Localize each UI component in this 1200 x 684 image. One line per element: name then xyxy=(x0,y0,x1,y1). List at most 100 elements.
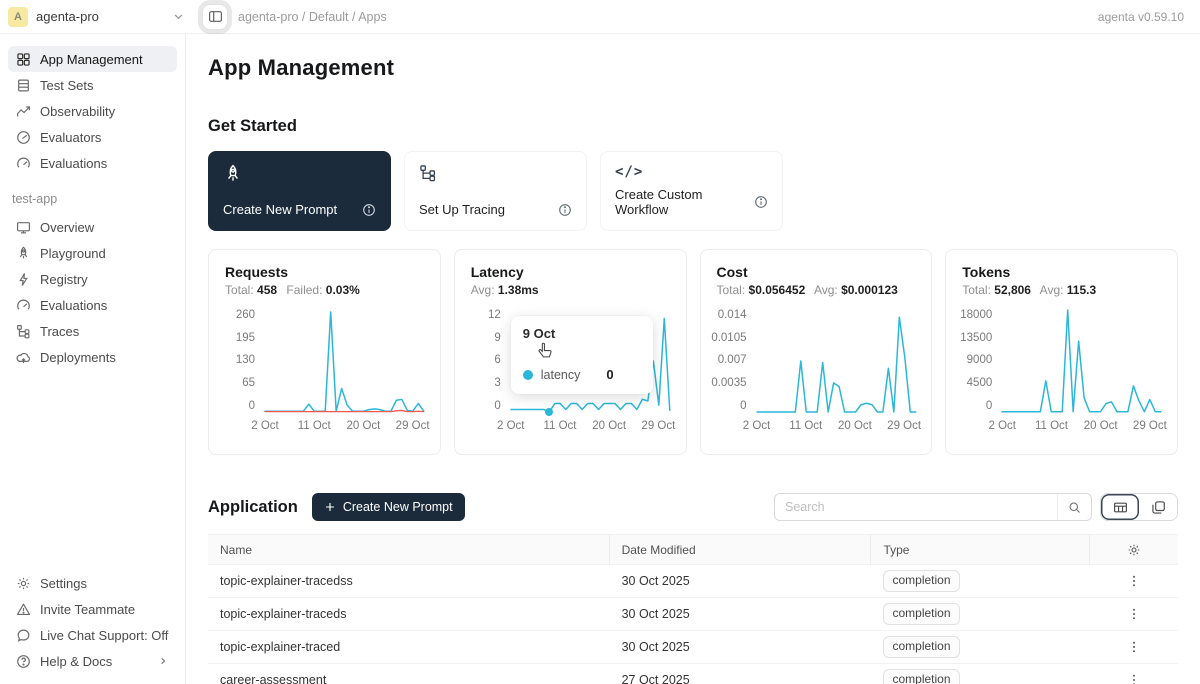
sidebar-item-invite-teammate[interactable]: Invite Teammate xyxy=(8,596,177,622)
sidebar-item-registry[interactable]: Registry xyxy=(8,266,177,292)
table-row[interactable]: career-assessment 27 Oct 2025 completion xyxy=(208,664,1178,684)
create-custom-workflow-card[interactable]: </> Create Custom Workflow xyxy=(600,151,783,231)
x-tick-label: 2 Oct xyxy=(251,420,278,432)
x-tick-label: 20 Oct xyxy=(1084,420,1118,432)
sidebar-item-overview[interactable]: Overview xyxy=(8,214,177,240)
date-modified: 27 Oct 2025 xyxy=(610,673,872,684)
sidebar-item-observability[interactable]: Observability xyxy=(8,98,177,124)
row-actions-menu[interactable] xyxy=(1123,636,1145,658)
line-chart[interactable] xyxy=(757,310,916,412)
y-tick-label: 260 xyxy=(236,310,255,322)
sidebar-item-test-sets[interactable]: Test Sets xyxy=(8,72,177,98)
sidebar-item-traces[interactable]: Traces xyxy=(8,318,177,344)
y-tick-label: 195 xyxy=(236,333,255,345)
sidebar-item-label: App Management xyxy=(40,52,143,67)
table-row[interactable]: topic-explainer-traceds 30 Oct 2025 comp… xyxy=(208,598,1178,631)
app-name: career-assessment xyxy=(208,673,610,684)
chart-stats: Avg: 1.38ms xyxy=(471,283,670,297)
row-actions-menu[interactable] xyxy=(1123,603,1145,625)
create-new-prompt-button[interactable]: Create New Prompt xyxy=(312,493,465,521)
y-tick-label: 3 xyxy=(494,378,500,390)
legend-dot-icon xyxy=(523,370,533,380)
chevron-down-icon xyxy=(171,9,186,24)
x-tick-label: 20 Oct xyxy=(838,420,872,432)
chart-title: Requests xyxy=(225,264,424,280)
sidebar-item-app-evaluations[interactable]: Evaluations xyxy=(8,292,177,318)
view-toggle xyxy=(1100,493,1178,521)
set-up-tracing-card[interactable]: Set Up Tracing xyxy=(404,151,587,231)
stat-value: 115.3 xyxy=(1067,283,1096,297)
sidebar-item-live-chat-support[interactable]: Live Chat Support: Off xyxy=(8,622,177,648)
sidebar-item-label: Observability xyxy=(40,104,115,119)
row-actions-menu[interactable] xyxy=(1123,669,1145,684)
info-icon[interactable] xyxy=(558,203,572,217)
table-row[interactable]: topic-explainer-tracedss 30 Oct 2025 com… xyxy=(208,565,1178,598)
search-input[interactable] xyxy=(775,500,1057,514)
sidebar-item-deployments[interactable]: Deployments xyxy=(8,344,177,370)
sidebar-item-label: Invite Teammate xyxy=(40,602,135,617)
y-tick-label: 6 xyxy=(494,355,500,367)
app-grid-icon xyxy=(16,52,31,67)
sidebar-item-label: Help & Docs xyxy=(40,654,112,669)
y-tick-label: 0 xyxy=(740,401,746,413)
stat-label: Total: xyxy=(717,283,746,297)
sidebar-item-help-docs[interactable]: Help & Docs xyxy=(8,648,177,674)
sidebar-item-label: Test Sets xyxy=(40,78,93,93)
panel-collapse-icon xyxy=(208,9,223,24)
chart-tooltip: 9 Oct latency 0 xyxy=(511,316,653,394)
x-tick-label: 29 Oct xyxy=(641,420,675,432)
application-section: Application Create New Prompt xyxy=(208,493,1178,684)
tooltip-date: 9 Oct xyxy=(523,326,641,341)
chart-card-tokens: Tokens Total: 52,806 Avg: 115.3 18000135… xyxy=(945,249,1178,455)
row-actions-menu[interactable] xyxy=(1123,570,1145,592)
table-row[interactable]: topic-explainer-traced 30 Oct 2025 compl… xyxy=(208,631,1178,664)
x-axis: 2 Oct11 Oct20 Oct29 Oct xyxy=(265,420,424,436)
gear-icon xyxy=(1127,543,1141,557)
line-chart[interactable] xyxy=(1002,310,1161,412)
dots-vertical-icon xyxy=(1127,574,1141,588)
column-header-type[interactable]: Type xyxy=(871,535,1089,564)
info-icon[interactable] xyxy=(362,203,376,217)
card-label: Create New Prompt xyxy=(223,202,337,217)
sidebar-item-evaluators[interactable]: Evaluators xyxy=(8,124,177,150)
card-view-button[interactable] xyxy=(1139,494,1177,520)
chart-title: Latency xyxy=(471,264,670,280)
sidebar-item-playground[interactable]: Playground xyxy=(8,240,177,266)
column-header-name[interactable]: Name xyxy=(208,535,610,564)
code-icon: </> xyxy=(615,164,768,180)
get-started-heading: Get Started xyxy=(208,117,1178,136)
breadcrumb[interactable]: agenta-pro / Default / Apps xyxy=(238,10,387,24)
x-tick-label: 29 Oct xyxy=(1133,420,1167,432)
create-new-prompt-card[interactable]: Create New Prompt xyxy=(208,151,391,231)
card-label: Create Custom Workflow xyxy=(615,187,754,217)
search-box xyxy=(774,493,1092,521)
app-name: topic-explainer-traced xyxy=(208,640,610,654)
sidebar-item-label: Playground xyxy=(40,246,106,261)
sidebar: App Management Test Sets Observability E… xyxy=(0,34,186,684)
column-header-date-modified[interactable]: Date Modified xyxy=(610,535,872,564)
sidebar-item-settings[interactable]: Settings xyxy=(8,570,177,596)
table-settings-button[interactable] xyxy=(1127,543,1141,557)
hovered-point-marker xyxy=(545,408,553,416)
metrics-charts: Requests Total: 458 Failed: 0.03% 260195… xyxy=(208,249,1178,455)
app-version: agenta v0.59.10 xyxy=(1098,10,1184,24)
sidebar-collapse-button[interactable] xyxy=(202,4,228,30)
invite-alert-icon xyxy=(16,602,31,617)
y-tick-label: 4500 xyxy=(967,378,993,390)
workspace-selector[interactable]: A agenta-pro xyxy=(8,7,186,27)
sidebar-item-evaluations[interactable]: Evaluations xyxy=(8,150,177,176)
sidebar-item-label: Evaluators xyxy=(40,130,101,145)
sidebar-item-label: Evaluations xyxy=(40,156,107,171)
search-button[interactable] xyxy=(1057,494,1091,520)
trace-tree-icon xyxy=(419,164,437,182)
info-icon[interactable] xyxy=(754,195,768,209)
button-label: Create New Prompt xyxy=(343,500,453,514)
sidebar-item-app-management[interactable]: App Management xyxy=(8,46,177,72)
dots-vertical-icon xyxy=(1127,640,1141,654)
sidebar-item-label: Traces xyxy=(40,324,79,339)
search-icon xyxy=(1068,501,1081,514)
main-content: App Management Get Started Create New Pr… xyxy=(186,34,1200,684)
line-chart[interactable] xyxy=(265,310,424,412)
table-view-button[interactable] xyxy=(1101,494,1139,520)
x-tick-label: 2 Oct xyxy=(497,420,524,432)
